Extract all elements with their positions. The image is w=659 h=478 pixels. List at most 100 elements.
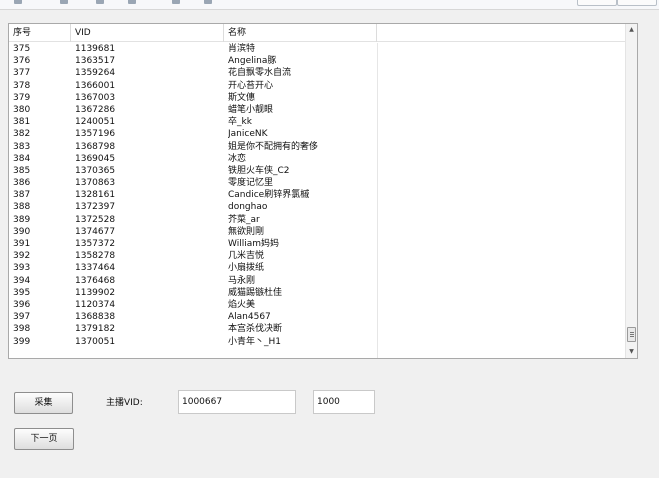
anchor-vid-label: 主播VID:	[106, 398, 143, 408]
table-row[interactable]: 376 1363517 Angelina豚	[9, 55, 625, 67]
anchor-vid-input[interactable]: 1000667	[178, 390, 296, 414]
cell-seq: 397	[13, 312, 31, 323]
table-row[interactable]: 393 1337464 小扇拨纸	[9, 262, 625, 274]
cell-seq: 381	[13, 117, 31, 128]
collect-button[interactable]: 采集	[14, 392, 73, 414]
cell-vid: 1369045	[75, 153, 116, 164]
cell-name: 小扇拨纸	[228, 263, 265, 274]
cell-vid: 1357372	[75, 239, 116, 249]
toolbar-strip	[0, 0, 659, 10]
table-row[interactable]: 381 1240051 卒_kk	[9, 116, 625, 128]
table-row[interactable]: 378 1366001 开心苔开心	[9, 80, 625, 92]
scrollbar-thumb[interactable]	[627, 327, 636, 342]
column-header-vid[interactable]: VID	[71, 24, 224, 42]
cell-seq: 379	[13, 92, 31, 103]
cell-seq: 393	[13, 263, 31, 274]
cell-seq: 386	[13, 178, 31, 189]
cell-name: 几米吉悦	[228, 251, 265, 262]
table-row[interactable]: 399 1370051 小青年丶_H1	[9, 336, 625, 348]
table-row[interactable]: 384 1369045 冰恋	[9, 153, 625, 165]
toolbar-icon[interactable]	[172, 0, 180, 4]
vertical-scrollbar[interactable]: ▲ ▼	[625, 24, 637, 358]
window-button[interactable]	[617, 0, 657, 6]
cell-vid: 1139902	[75, 287, 116, 298]
toolbar-icon[interactable]	[128, 0, 136, 4]
table-row[interactable]: 397 1368838 Alan4567	[9, 311, 625, 323]
cell-name: 肖滨特	[228, 44, 256, 54]
cell-name: 小青年丶_H1	[228, 336, 281, 347]
cell-name: JaniceNK	[228, 129, 268, 140]
cell-seq: 391	[13, 239, 31, 249]
table-row[interactable]: 395 1139902 威猫踢镞杜佳	[9, 287, 625, 299]
cell-name: 姐是你不配拥有的奢侈	[228, 141, 319, 152]
table-row[interactable]: 390 1374677 無欲則剛	[9, 226, 625, 238]
cell-name: 無欲則剛	[228, 226, 265, 237]
table-row[interactable]: 386 1370863 零度记忆里	[9, 177, 625, 189]
table-row[interactable]: 383 1368798 姐是你不配拥有的奢侈	[9, 141, 625, 153]
cell-vid: 1372397	[75, 202, 116, 213]
table-row[interactable]: 375 1139681 肖滨特	[9, 43, 625, 55]
cell-name: 花自飘零水自流	[228, 68, 292, 79]
cell-vid: 1367286	[75, 104, 116, 115]
cell-seq: 385	[13, 165, 31, 176]
cell-seq: 387	[13, 190, 31, 201]
cell-name: 焰火美	[228, 299, 256, 310]
cell-name: 斯文僡	[228, 92, 256, 103]
cell-vid: 1358278	[75, 251, 116, 262]
cell-seq: 378	[13, 80, 31, 91]
table-row[interactable]: 391 1357372 William妈妈	[9, 238, 625, 250]
cell-seq: 392	[13, 251, 31, 262]
table-row[interactable]: 382 1357196 JaniceNK	[9, 128, 625, 140]
toolbar-icon[interactable]	[14, 0, 22, 4]
cell-vid: 1374677	[75, 226, 116, 237]
table-row[interactable]: 396 1120374 焰火美	[9, 299, 625, 311]
toolbar-icon[interactable]	[96, 0, 104, 4]
cell-vid: 1366001	[75, 80, 116, 91]
table-row[interactable]: 398 1379182 本宫杀伐决断	[9, 323, 625, 335]
toolbar-icon[interactable]	[204, 0, 212, 4]
table-row[interactable]: 392 1358278 几米吉悦	[9, 250, 625, 262]
window-button[interactable]	[577, 0, 617, 6]
cell-name: 威猫踢镞杜佳	[228, 287, 283, 298]
table-row[interactable]: 385 1370365 铁胆火车侠_C2	[9, 165, 625, 177]
column-header-empty	[377, 24, 625, 42]
cell-vid: 1370863	[75, 178, 116, 189]
column-header-seq[interactable]: 序号	[9, 24, 71, 42]
cell-name: 卒_kk	[228, 117, 252, 128]
scroll-down-arrow-icon[interactable]: ▼	[626, 346, 637, 358]
table-row[interactable]: 388 1372397 donghao	[9, 201, 625, 213]
cell-seq: 398	[13, 324, 31, 335]
table-row[interactable]: 379 1367003 斯文僡	[9, 92, 625, 104]
count-input[interactable]: 1000	[313, 390, 375, 414]
cell-vid: 1376468	[75, 275, 116, 286]
table-header: 序号 VID 名称	[9, 24, 625, 42]
column-header-name[interactable]: 名称	[224, 24, 377, 42]
cell-name: 本宫杀伐决断	[228, 324, 283, 335]
cell-name: Candice刷锌界氯槭	[228, 190, 310, 201]
table-row[interactable]: 389 1372528 芥菜_ar	[9, 214, 625, 226]
table-body: 375 1139681 肖滨特 376 1363517 Angelina豚 377 13592…	[9, 43, 625, 348]
cell-seq: 375	[13, 44, 31, 54]
cell-vid: 1370051	[75, 336, 116, 347]
toolbar-icon[interactable]	[60, 0, 68, 4]
cell-name: 零度记忆里	[228, 178, 274, 189]
cell-seq: 380	[13, 104, 31, 115]
cell-name: 芥菜_ar	[228, 214, 260, 225]
grip-line	[630, 334, 634, 335]
cell-seq: 394	[13, 275, 31, 286]
results-table[interactable]: 序号 VID 名称 375 1139681 肖滨特 376 1363517 Angelin…	[8, 23, 638, 359]
table-row[interactable]: 394 1376468 马永刚	[9, 275, 625, 287]
table-row[interactable]: 387 1328161 Candice刷锌界氯槭	[9, 189, 625, 201]
cell-vid: 1337464	[75, 263, 116, 274]
cell-name: Angelina豚	[228, 56, 277, 67]
cell-seq: 389	[13, 214, 31, 225]
cell-name: 马永刚	[228, 275, 256, 286]
next-page-button[interactable]: 下一页	[14, 428, 74, 450]
cell-vid: 1120374	[75, 299, 116, 310]
cell-seq: 382	[13, 129, 31, 140]
cell-seq: 390	[13, 226, 31, 237]
scroll-up-arrow-icon[interactable]: ▲	[626, 24, 637, 36]
table-row[interactable]: 377 1359264 花自飘零水自流	[9, 67, 625, 79]
table-row[interactable]: 380 1367286 蜡笔小靓眼	[9, 104, 625, 116]
cell-vid: 1367003	[75, 92, 116, 103]
